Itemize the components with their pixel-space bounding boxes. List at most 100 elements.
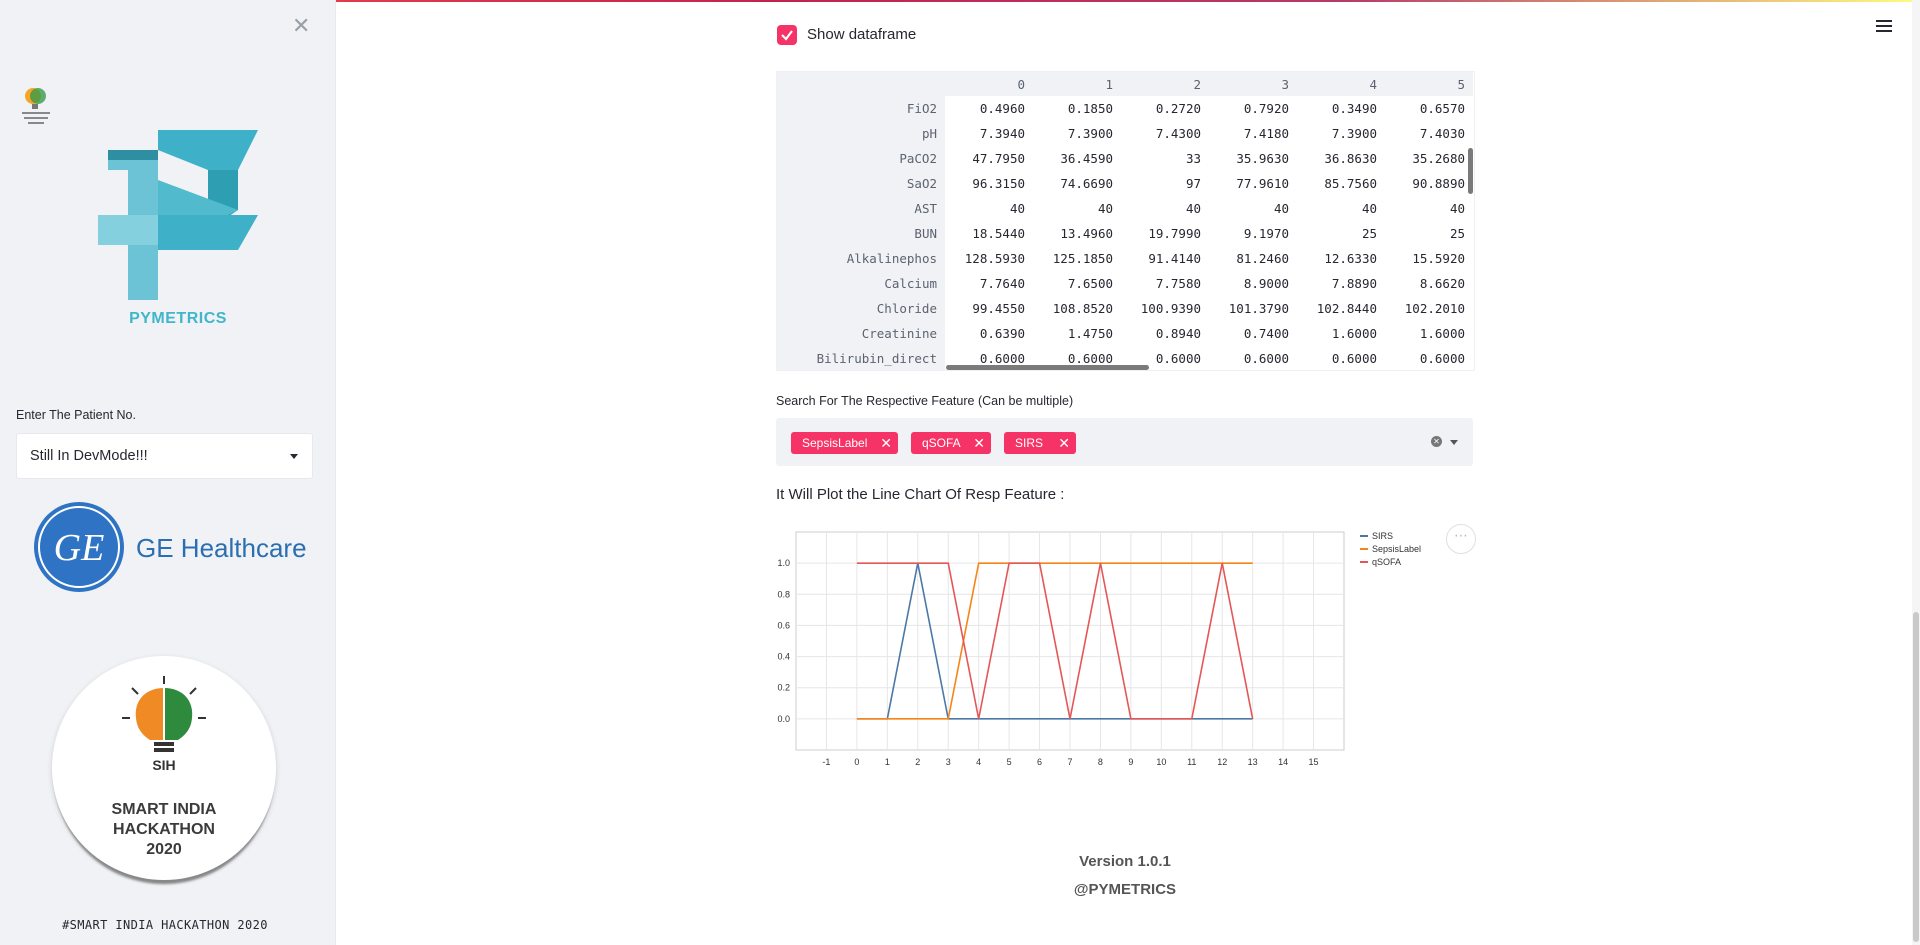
table-cell: 8.9000 — [1243, 276, 1289, 291]
x-tick-label: 4 — [976, 757, 981, 767]
hamburger-menu-icon[interactable] — [1876, 20, 1892, 34]
y-tick-label: 0.8 — [777, 589, 790, 599]
tag-label: SepsisLabel — [802, 436, 868, 450]
version-text: Version 1.0.1 — [1079, 853, 1171, 870]
checkbox-label: Show dataframe — [807, 26, 917, 43]
table-cell: 7.4180 — [1243, 126, 1289, 141]
table-cell: 7.3900 — [1331, 126, 1377, 141]
line-chart[interactable]: -1 0 1 2 3 4 5 6 7 8 9 10 11 12 13 14 150.00.20.40.60.81… — [776, 520, 1466, 820]
table-cell: 1.6000 — [1419, 326, 1465, 341]
tag-sirs[interactable]: SIRS ✕ — [1004, 432, 1076, 454]
dataframe-table[interactable]: 0 1 2 3 4 5 FiO2 0.4960 0.1850 0.2720 0.7920… — [776, 71, 1475, 371]
table-cell: 25 — [1449, 226, 1465, 241]
table-row: BUN 18.5440 13.4960 19.7990 9.1970 25 25 — [777, 221, 1473, 246]
svg-text:SIH: SIH — [152, 757, 175, 773]
table-cell: 0.8940 — [1155, 326, 1201, 341]
row-label: Creatinine — [777, 321, 945, 346]
table-cell: 36.4590 — [1060, 151, 1113, 166]
patient-number-select[interactable]: Still In DevMode!!! — [16, 433, 313, 479]
more-options-icon[interactable]: ⋯ — [1446, 524, 1476, 554]
row-label: Alkalinephos — [777, 246, 945, 271]
x-tick-label: -1 — [822, 757, 830, 767]
close-icon[interactable]: ✕ — [1058, 432, 1070, 454]
table-cell: 0.6570 — [1419, 101, 1465, 116]
column-header[interactable]: 5 — [1385, 72, 1473, 96]
row-label: PaCO2 — [777, 146, 945, 171]
table-row: FiO2 0.4960 0.1850 0.2720 0.7920 0.3490 0.6570 — [777, 96, 1473, 121]
table-cell: 40 — [1009, 201, 1025, 216]
y-tick-label: 0.4 — [777, 652, 790, 662]
column-header[interactable]: 3 — [1209, 72, 1297, 96]
handle-text: @PYMETRICS — [1073, 881, 1177, 898]
tag-sepsislabel[interactable]: SepsisLabel ✕ — [791, 432, 898, 454]
table-cell: 0.2720 — [1155, 101, 1201, 116]
checkbox-checked-icon[interactable] — [777, 25, 797, 45]
table-row: PaCO2 47.7950 36.4590 33 35.9630 36.8630 35.26… — [777, 146, 1473, 171]
table-row: Alkalinephos 128.5930 125.1850 91.4140 81.24… — [777, 246, 1473, 271]
x-tick-label: 0 — [854, 757, 859, 767]
table-cell: 102.2010 — [1404, 301, 1465, 316]
x-tick-label: 5 — [1007, 757, 1012, 767]
row-label: Chloride — [777, 296, 945, 321]
column-header[interactable]: 1 — [1033, 72, 1121, 96]
legend-label: qSOFA — [1372, 557, 1401, 567]
brand-text: PYMETRICS — [129, 310, 227, 327]
tag-label: qSOFA — [922, 436, 961, 450]
ge-healthcare-text: GE Healthcare — [136, 533, 307, 563]
table-cell: 96.3150 — [972, 176, 1025, 191]
table-cell: 33 — [1185, 151, 1201, 166]
tag-label: SIRS — [1015, 436, 1044, 450]
x-tick-label: 2 — [915, 757, 920, 767]
clear-all-icon[interactable]: ✕ — [1431, 436, 1442, 447]
close-icon[interactable]: ✕ — [973, 432, 985, 454]
patient-number-label: Enter The Patient No. — [16, 408, 136, 422]
column-header[interactable]: 2 — [1121, 72, 1209, 96]
dataframe-horizontal-scrollbar[interactable] — [946, 365, 1149, 370]
table-cell: 19.7990 — [1148, 226, 1201, 241]
table-cell: 0.6000 — [1419, 351, 1465, 366]
table-cell: 97 — [1185, 176, 1201, 191]
index-header — [777, 72, 945, 96]
close-icon[interactable]: ✕ — [292, 14, 310, 39]
table-cell: 7.8890 — [1331, 276, 1377, 291]
table-cell: 0.3490 — [1331, 101, 1377, 116]
x-tick-label: 1 — [885, 757, 890, 767]
table-cell: 7.4030 — [1419, 126, 1465, 141]
table-cell: 36.8630 — [1324, 151, 1377, 166]
table-cell: 99.4550 — [972, 301, 1025, 316]
column-header[interactable]: 0 — [945, 72, 1033, 96]
chevron-down-icon — [290, 454, 298, 459]
table-cell: 0.7920 — [1243, 101, 1289, 116]
table-cell: 1.6000 — [1331, 326, 1377, 341]
table-cell: 0.6000 — [1331, 351, 1377, 366]
sidebar-footer: #SMART INDIA HACKATHON 2020 — [62, 918, 268, 932]
table-cell: 7.4300 — [1155, 126, 1201, 141]
table-row: AST 40 40 40 40 40 40 — [777, 196, 1473, 221]
table-cell: 102.8440 — [1316, 301, 1377, 316]
y-tick-label: 1.0 — [777, 558, 790, 568]
pymetrics-logo — [98, 130, 258, 300]
table-row: Chloride 99.4550 108.8520 100.9390 101.3790 1… — [777, 296, 1473, 321]
table-cell: 128.5930 — [964, 251, 1025, 266]
row-label: AST — [777, 196, 945, 221]
tag-qsofa[interactable]: qSOFA ✕ — [911, 432, 991, 454]
x-tick-label: 12 — [1217, 757, 1227, 767]
table-cell: 0.1850 — [1067, 101, 1113, 116]
x-tick-label: 14 — [1278, 757, 1288, 767]
row-label: SaO2 — [777, 171, 945, 196]
close-icon[interactable]: ✕ — [880, 432, 892, 454]
dataframe-vertical-scrollbar[interactable] — [1468, 148, 1473, 194]
table-cell: 0.6000 — [1243, 351, 1289, 366]
y-tick-label: 0.2 — [777, 683, 790, 693]
feature-multiselect[interactable]: SepsisLabel ✕ qSOFA ✕ SIRS ✕ ✕ — [776, 418, 1473, 466]
column-header[interactable]: 4 — [1297, 72, 1385, 96]
page-scrollbar-thumb[interactable] — [1913, 612, 1919, 942]
table-cell: 25 — [1361, 226, 1377, 241]
table-cell: 18.5440 — [972, 226, 1025, 241]
brain-bulb-icon: SIH — [122, 676, 206, 773]
table-cell: 7.7580 — [1155, 276, 1201, 291]
row-label: FiO2 — [777, 96, 945, 121]
x-tick-label: 10 — [1156, 757, 1166, 767]
table-cell: 74.6690 — [1060, 176, 1113, 191]
chevron-down-icon[interactable] — [1450, 440, 1458, 445]
